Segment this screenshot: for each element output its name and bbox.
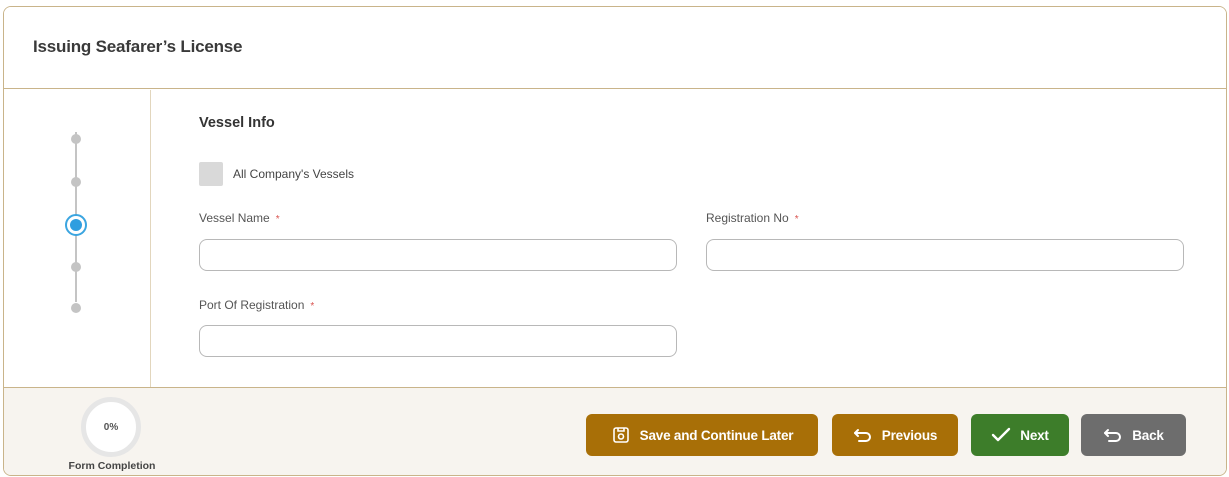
previous-button[interactable]: Previous: [832, 414, 958, 456]
all-vessels-label: All Company's Vessels: [233, 167, 355, 181]
registration-no-label: Registration No *: [706, 211, 799, 225]
next-label: Next: [1020, 427, 1049, 443]
registration-no-input[interactable]: [706, 239, 1184, 271]
save-continue-later-label: Save and Continue Later: [639, 427, 794, 443]
port-of-registration-input[interactable]: [199, 325, 677, 357]
step-1-dot[interactable]: [71, 134, 81, 144]
form-card: Issuing Seafarer’s License Vessel Info A…: [3, 6, 1227, 476]
form-footer: 0% Form Completion Save and Continue Lat…: [4, 387, 1226, 475]
port-of-registration-label-text: Port Of Registration: [199, 298, 305, 312]
save-continue-later-button[interactable]: Save and Continue Later: [586, 414, 818, 456]
page-header: Issuing Seafarer’s License: [4, 7, 1226, 89]
form-area: Vessel Info All Company's Vessels Vessel…: [152, 90, 1226, 387]
form-completion-indicator: 0%: [81, 397, 141, 457]
section-title: Vessel Info: [199, 115, 275, 131]
completion-percent: 0%: [103, 421, 119, 433]
completion-ring: 0%: [81, 397, 141, 457]
registration-no-label-text: Registration No: [706, 211, 789, 225]
back-button[interactable]: Back: [1081, 414, 1186, 456]
page-title: Issuing Seafarer’s License: [33, 37, 243, 56]
step-5-dot[interactable]: [71, 303, 81, 313]
required-mark: *: [275, 214, 280, 225]
step-4-dot[interactable]: [71, 262, 81, 272]
step-3-dot-active[interactable]: [65, 214, 87, 236]
back-arrow-icon: [1103, 425, 1123, 445]
completion-label: Form Completion: [68, 460, 156, 472]
check-icon: [991, 425, 1011, 445]
save-icon: [611, 425, 631, 445]
previous-label: Previous: [881, 427, 938, 443]
back-label: Back: [1132, 427, 1164, 443]
next-button[interactable]: Next: [971, 414, 1069, 456]
all-vessels-row: All Company's Vessels: [199, 162, 354, 186]
required-mark: *: [794, 214, 799, 225]
step-2-dot[interactable]: [71, 177, 81, 187]
undo-arrow-icon: [853, 425, 873, 445]
vessel-name-label: Vessel Name *: [199, 211, 280, 225]
required-mark: *: [310, 301, 315, 312]
vessel-name-input[interactable]: [199, 239, 677, 271]
all-vessels-checkbox[interactable]: [199, 162, 223, 186]
port-of-registration-label: Port Of Registration *: [199, 298, 314, 312]
form-stepper: [4, 90, 151, 387]
vessel-name-label-text: Vessel Name: [199, 211, 270, 225]
